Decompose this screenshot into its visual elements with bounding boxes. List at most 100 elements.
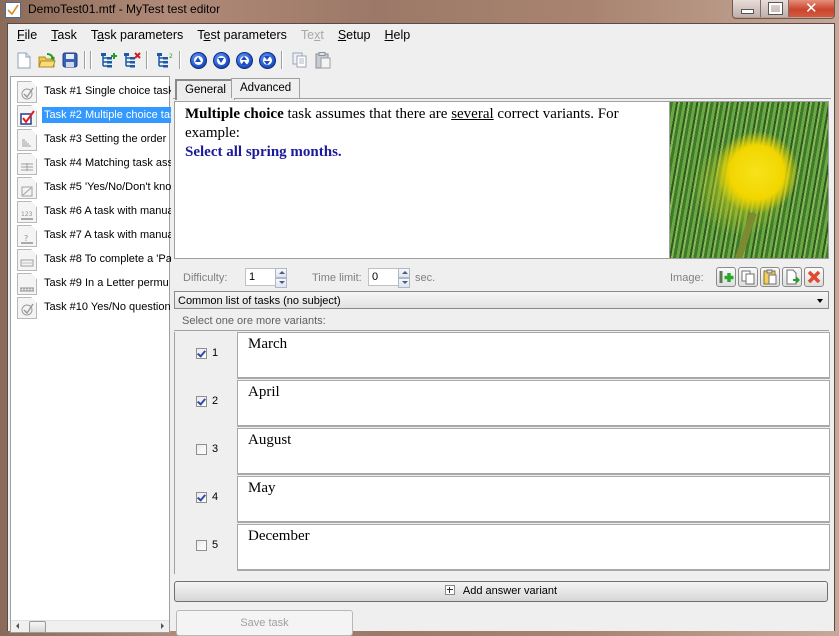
tab-advanced[interactable]: Advanced <box>231 78 301 98</box>
svg-text:?: ? <box>24 234 28 243</box>
menu-file[interactable]: File <box>17 28 37 42</box>
task-list-item[interactable]: 123 Task #6 A task with manual number inp… <box>11 199 171 223</box>
matching-task-icon <box>17 153 37 175</box>
paste-button[interactable] <box>313 50 333 70</box>
spin-up-icon[interactable] <box>275 268 287 278</box>
move-up-icon <box>189 51 207 69</box>
answer-text-field[interactable]: March <box>237 332 830 379</box>
open-folder-icon <box>38 53 56 68</box>
tab-bar: General Advanced <box>173 76 831 100</box>
svg-text:2: 2 <box>169 53 173 60</box>
spin-down-icon[interactable] <box>275 278 287 288</box>
task-list-item[interactable]: Task #10 Yes/No question <box>11 295 171 319</box>
scroll-right-icon[interactable] <box>161 623 164 629</box>
move-down-button[interactable] <box>211 50 231 70</box>
spin-up-icon[interactable] <box>398 268 410 278</box>
menu-help[interactable]: Help <box>385 28 411 42</box>
task-list-item[interactable]: Task #5 'Yes/No/Don't know' <box>11 175 171 199</box>
task-label: Task #8 To complete a 'Pa <box>44 253 171 265</box>
answer-correct-checkbox[interactable] <box>196 396 207 407</box>
answer-text-field[interactable]: August <box>237 428 830 475</box>
task-label: Task #6 A task with manual number input <box>44 205 171 217</box>
answer-number: 4 <box>212 491 219 503</box>
task-label: Task #1 Single choice task <box>44 85 171 97</box>
answer-correct-checkbox[interactable] <box>196 348 207 359</box>
panel-splitter[interactable] <box>169 76 172 631</box>
answer-text-field[interactable]: April <box>237 380 830 427</box>
move-up-button[interactable] <box>188 50 208 70</box>
open-file-button[interactable] <box>37 50 57 70</box>
add-task-button[interactable] <box>99 50 119 70</box>
task-list-item[interactable]: Task #1 Single choice task <box>11 79 171 103</box>
task-list-item[interactable]: Task #8 To complete a 'Pa <box>11 247 171 271</box>
move-top-button[interactable] <box>234 50 254 70</box>
delete-image-icon <box>807 270 821 284</box>
tab-general[interactable]: General <box>175 79 235 100</box>
move-bottom-icon <box>258 51 276 69</box>
menu-task-parameters[interactable]: Task parameters <box>91 28 183 42</box>
scroll-left-icon[interactable] <box>16 623 19 629</box>
maximize-button[interactable] <box>761 0 789 17</box>
copy-button[interactable] <box>290 50 310 70</box>
delete-task-button[interactable] <box>122 50 142 70</box>
save-icon <box>62 52 78 68</box>
task-list-item[interactable]: Task #2 Multiple choice task <box>11 103 171 127</box>
menu-bar: File Task Task parameters Test parameters Te… <box>8 24 834 46</box>
add-variant-label: Add answer variant <box>462 585 558 597</box>
export-image-button[interactable] <box>782 267 802 287</box>
add-answer-variant-button[interactable]: Add answer variant <box>174 581 828 602</box>
delete-task-icon <box>124 52 141 68</box>
order-task-icon <box>17 129 37 151</box>
maximize-icon <box>768 2 783 15</box>
task-list-item[interactable]: ? Task #7 A task with manual text input <box>11 223 171 247</box>
new-file-button[interactable] <box>14 50 34 70</box>
menu-test-parameters[interactable]: Test parameters <box>197 28 287 42</box>
description-bold: Multiple choice <box>185 106 284 122</box>
renumber-tasks-button[interactable]: 2 <box>155 50 175 70</box>
answer-variant-row: 1 March <box>175 332 830 380</box>
menu-task[interactable]: Task <box>51 28 77 42</box>
task-question: Select all spring months. <box>185 144 342 160</box>
scroll-thumb[interactable] <box>29 621 46 633</box>
answer-number: 5 <box>212 539 219 551</box>
subject-dropdown[interactable]: Common list of tasks (no subject) <box>174 291 829 309</box>
answer-text-field[interactable]: May <box>237 476 830 523</box>
menu-setup[interactable]: Setup <box>338 28 371 42</box>
answer-variant-row: 5 December <box>175 524 830 572</box>
horizontal-scrollbar[interactable] <box>11 620 169 633</box>
load-image-button[interactable] <box>716 267 736 287</box>
task-description[interactable]: Multiple choice task assumes that there … <box>174 101 669 259</box>
close-button[interactable]: ✕ <box>789 0 834 17</box>
save-button[interactable] <box>60 50 80 70</box>
task-list-item[interactable]: Task #4 Matching task ass <box>11 151 171 175</box>
spin-down-icon[interactable] <box>398 278 410 288</box>
difficulty-input[interactable]: 1 <box>245 268 276 286</box>
answer-text-field[interactable]: December <box>237 524 830 571</box>
toolbar-separator <box>90 51 92 69</box>
paste-image-button[interactable] <box>760 267 780 287</box>
answer-number: 2 <box>212 395 219 407</box>
task-label: Task #3 Setting the order <box>44 133 167 145</box>
save-task-button[interactable]: Save task <box>176 610 353 636</box>
task-parameters-row: Difficulty: 1 Time limit: 0 sec. Image: <box>173 266 831 288</box>
task-list-item[interactable]: Task #9 In a Letter permu <box>11 271 169 295</box>
window-controls: ✕ <box>732 0 835 19</box>
move-bottom-button[interactable] <box>257 50 277 70</box>
answer-correct-checkbox[interactable] <box>196 492 207 503</box>
window-title: DemoTest01.mtf - MyTest test editor <box>28 2 221 16</box>
answer-correct-checkbox[interactable] <box>196 444 207 455</box>
copy-image-button[interactable] <box>738 267 758 287</box>
task-list-item[interactable]: Task #3 Setting the order <box>11 127 169 151</box>
answer-number: 3 <box>212 443 219 455</box>
add-task-icon <box>101 53 117 68</box>
minimize-button[interactable] <box>733 0 761 17</box>
answer-variants: 1 March 2 April 3 August 4 May 5 December <box>174 332 830 574</box>
multiple-choice-task-icon <box>17 105 37 127</box>
delete-image-button[interactable] <box>804 267 824 287</box>
toolbar: 2 <box>8 48 834 72</box>
copy-icon <box>292 52 307 68</box>
answer-correct-checkbox[interactable] <box>196 540 207 551</box>
toolbar-separator <box>84 51 86 69</box>
complete-task-icon <box>17 249 37 271</box>
time-limit-input[interactable]: 0 <box>368 268 399 286</box>
